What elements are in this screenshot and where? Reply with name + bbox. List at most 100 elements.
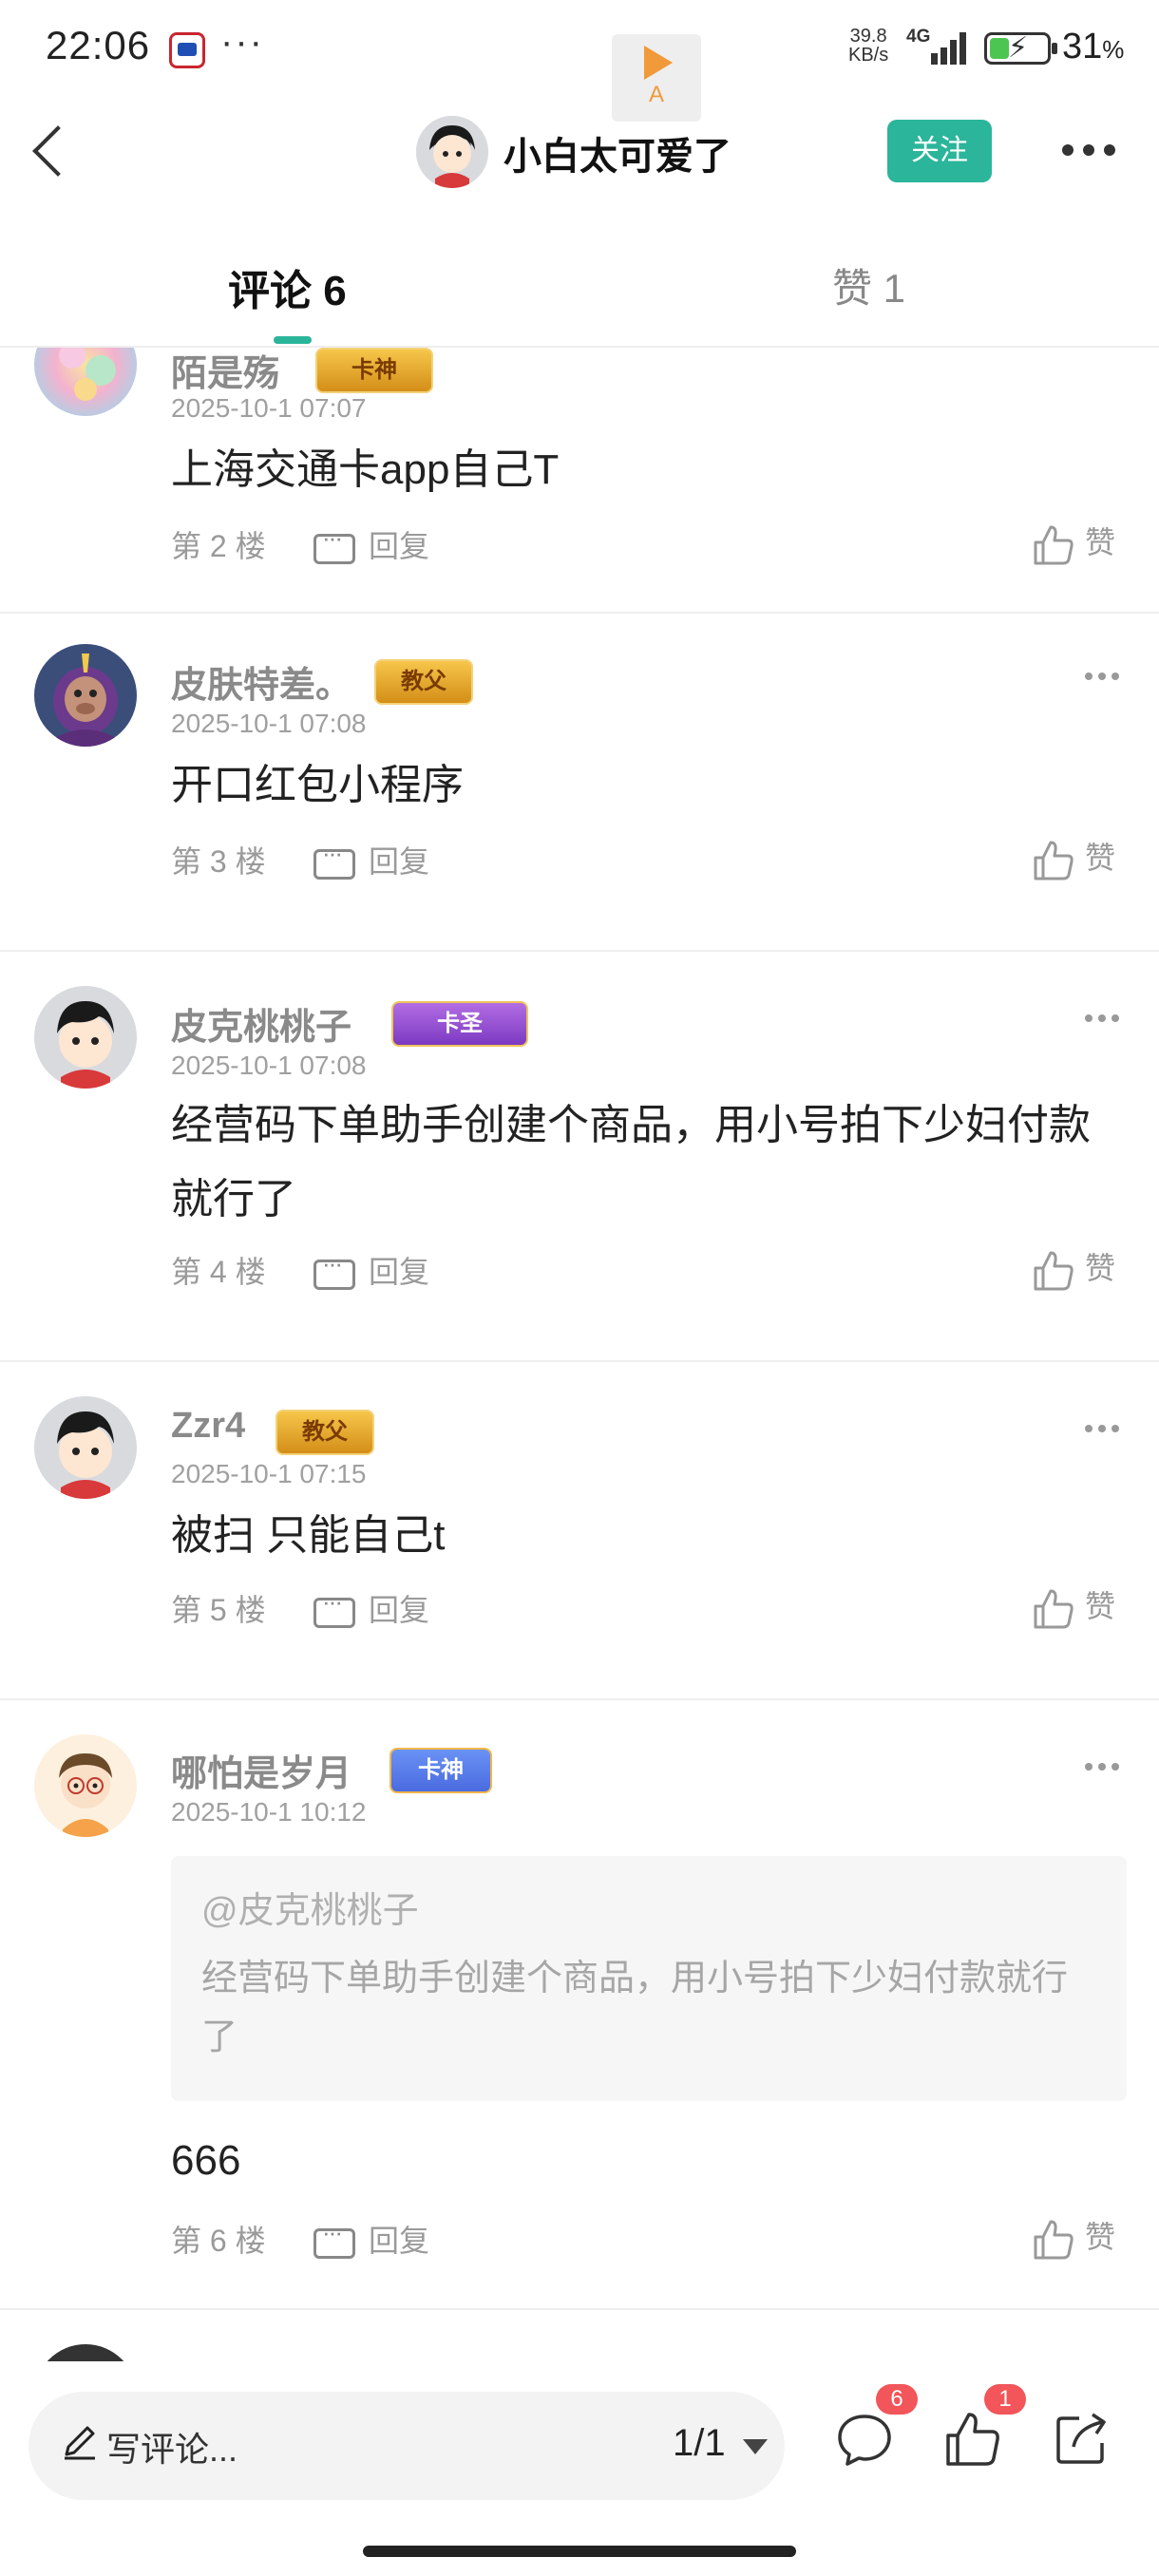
tab-comments[interactable]: 评论 6 [228, 256, 347, 317]
write-comment-placeholder: 写评论... [106, 2430, 238, 2469]
quoted-username: @皮克桃桃子 [201, 1891, 419, 1931]
floor-number: 第 5 楼 [171, 1593, 266, 1627]
floor-number: 第 4 楼 [171, 1255, 266, 1289]
comment-icon [314, 1587, 355, 1628]
like-button[interactable]: 赞 [1032, 1244, 1115, 1293]
user-level-badge: 教父 [374, 659, 473, 705]
comment-more-icon[interactable] [1085, 1014, 1123, 1026]
avatar[interactable] [34, 1734, 137, 1837]
avatar[interactable] [34, 1396, 137, 1499]
user-level-badge: 卡圣 [391, 1001, 528, 1047]
avatar[interactable] [34, 2344, 137, 2361]
status-time: 22:06 [46, 23, 151, 67]
signal-icon: 4G [906, 27, 969, 65]
comment-time: 2025-10-1 07:15 [171, 1459, 367, 1488]
floor-number: 第 3 楼 [171, 844, 266, 879]
thumbs-up-icon [946, 2413, 999, 2466]
back-button[interactable] [25, 122, 82, 179]
user-level-badge: 卡神 [315, 348, 433, 393]
like-button[interactable]: 赞 [1032, 834, 1115, 882]
thumbs-up-icon [1034, 841, 1074, 881]
reply-button[interactable]: 回复 [314, 1248, 429, 1292]
comments-button[interactable]: 6 [834, 2384, 918, 2470]
user-level-badge: 卡神 [390, 1748, 492, 1793]
reply-button[interactable]: 回复 [314, 522, 429, 566]
comment-bubble-icon [838, 2415, 891, 2466]
comment-text: 上海交通卡app自己T [171, 446, 560, 493]
status-bar: 22:06 ··· A 39.8 KB/s 4G ⚡ 31% [0, 0, 1159, 122]
comment-username[interactable]: Zzr4 [171, 1406, 245, 1447]
like-count-badge: 1 [984, 2384, 1026, 2415]
like-button[interactable]: 赞 [1032, 2213, 1115, 2262]
write-comment-input[interactable]: 写评论... 1/1 [28, 2392, 785, 2500]
thumbs-up-icon [1034, 1589, 1074, 1629]
thumbs-up-icon [1034, 525, 1074, 565]
list-item: 哪怕是岁月 卡神 2025-10-1 10:12 @皮克桃桃子 经营码下单助手创… [0, 1700, 1159, 2310]
page-title: 小白太可爱了 [504, 136, 732, 178]
list-item: 陌是殇 卡神 2025-10-1 07:07 上海交通卡app自己T 第 2 楼… [0, 348, 1159, 614]
battery-percent: 31% [1062, 27, 1125, 66]
follow-button[interactable]: 关注 [887, 120, 992, 182]
avatar[interactable] [34, 986, 137, 1089]
tab-bar: 评论 6 赞 1 [0, 237, 1159, 348]
list-item: 皮克桃桃子 卡圣 2025-10-1 07:08 经营码下单助手创建个商品，用小… [0, 952, 1159, 1362]
list-item: 皮肤特差。 教父 2025-10-1 07:08 开口红包小程序 第 3 楼 回… [0, 614, 1159, 952]
comment-time: 2025-10-1 07:08 [171, 1051, 367, 1080]
network-speed-value: 39.8 [849, 26, 887, 47]
share-icon [1056, 2413, 1106, 2464]
top-nav: 小白太可爱了 关注 [0, 103, 1159, 201]
list-item: Zzr4 教父 2025-10-1 07:15 被扫 只能自己t 第 5 楼 回… [0, 1362, 1159, 1700]
pen-icon [65, 2426, 95, 2460]
like-post-button[interactable]: 1 [942, 2384, 1026, 2470]
like-button[interactable]: 赞 [1032, 1582, 1115, 1631]
status-more-icon: ··· [220, 21, 264, 63]
comment-username[interactable]: 陌是殇 [171, 348, 279, 396]
floor-number: 第 6 楼 [171, 2224, 266, 2258]
comment-text: 经营码下单助手创建个商品，用小号拍下少妇付款就行了 [171, 1102, 1091, 1222]
list-item [0, 2310, 1159, 2361]
comment-text: 666 [171, 2137, 241, 2184]
app-notification-icon [169, 32, 205, 68]
network-speed: 39.8 KB/s [848, 27, 888, 65]
comment-time: 2025-10-1 10:12 [171, 1797, 367, 1827]
quoted-text: 经营码下单助手创建个商品，用小号拍下少妇付款就行了 [201, 1959, 1069, 2057]
comment-count-badge: 6 [876, 2384, 918, 2415]
bottom-bar: 写评论... 1/1 6 1 [0, 2361, 1159, 2576]
comment-more-icon[interactable] [1085, 1763, 1123, 1774]
comment-more-icon[interactable] [1085, 672, 1123, 684]
comment-icon [314, 1249, 355, 1290]
comment-icon [314, 523, 355, 564]
avatar[interactable] [34, 348, 137, 416]
caret-down-icon[interactable] [743, 2439, 768, 2454]
battery-icon: ⚡ [984, 32, 1057, 65]
reply-button[interactable]: 回复 [314, 1586, 429, 1630]
avatar[interactable] [34, 644, 137, 747]
reply-button[interactable]: 回复 [314, 838, 429, 881]
comment-more-icon[interactable] [1085, 1425, 1123, 1436]
comment-list[interactable]: 陌是殇 卡神 2025-10-1 07:07 上海交通卡app自己T 第 2 楼… [0, 348, 1159, 2361]
network-speed-unit: KB/s [848, 45, 889, 66]
share-button[interactable] [1051, 2409, 1112, 2470]
floor-number: 第 2 楼 [171, 529, 266, 563]
thumbs-up-icon [1034, 2220, 1074, 2260]
comment-text: 被扫 只能自己t [171, 1512, 446, 1559]
more-options-icon[interactable] [1062, 141, 1119, 160]
active-tab-indicator [274, 336, 312, 344]
page-indicator[interactable]: 1/1 [673, 2422, 726, 2465]
comment-time: 2025-10-1 07:07 [171, 393, 367, 423]
avatar[interactable] [416, 116, 488, 188]
comment-username[interactable]: 哪怕是岁月 [171, 1744, 352, 1796]
comment-icon [314, 839, 355, 880]
home-indicator[interactable] [363, 2546, 796, 2557]
comment-username[interactable]: 皮克桃桃子 [171, 997, 352, 1050]
thumbs-up-icon [1034, 1251, 1074, 1291]
reply-button[interactable]: 回复 [314, 2217, 429, 2261]
comment-time: 2025-10-1 07:08 [171, 709, 367, 738]
comment-icon [314, 2218, 355, 2259]
comment-username[interactable]: 皮肤特差。 [171, 655, 352, 708]
quoted-comment[interactable]: @皮克桃桃子 经营码下单助手创建个商品，用小号拍下少妇付款就行了 [171, 1856, 1127, 2101]
tab-likes[interactable]: 赞 1 [832, 256, 905, 314]
network-type: 4G [906, 27, 931, 47]
like-button[interactable]: 赞 [1032, 519, 1115, 567]
play-icon [644, 46, 673, 80]
